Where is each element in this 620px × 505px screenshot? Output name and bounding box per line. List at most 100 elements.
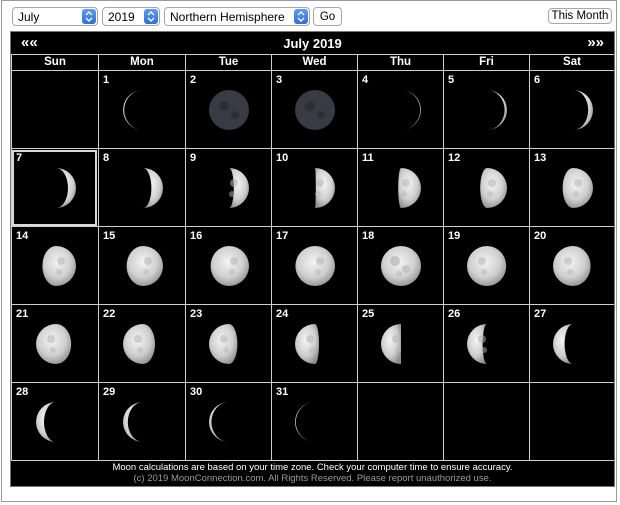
day-number: 29 bbox=[103, 386, 116, 398]
day-cell: 15 bbox=[98, 227, 185, 305]
day-number: 15 bbox=[103, 230, 116, 242]
hemisphere-select-value: Northern Hemisphere bbox=[170, 9, 285, 24]
day-number: 16 bbox=[190, 230, 203, 242]
day-number: 2 bbox=[190, 74, 197, 86]
day-number: 9 bbox=[190, 152, 197, 164]
moon-phase-icon bbox=[209, 324, 238, 364]
day-cell: 9 bbox=[185, 149, 271, 227]
day-cell: 13 bbox=[529, 149, 614, 227]
moon-phase-icon bbox=[126, 246, 163, 286]
day-number: 28 bbox=[16, 386, 29, 398]
moon-phase-icon bbox=[562, 168, 593, 208]
weekday-mon: Mon bbox=[98, 54, 185, 71]
select-arrows-icon bbox=[82, 9, 96, 24]
moon-phase-icon bbox=[36, 324, 72, 364]
day-cell: 14 bbox=[11, 227, 98, 305]
empty-day-cell bbox=[443, 383, 529, 461]
day-number: 24 bbox=[276, 308, 289, 320]
moon-phase-icon bbox=[553, 324, 573, 364]
day-cell: 11 bbox=[357, 149, 443, 227]
moon-phase-icon bbox=[36, 402, 56, 442]
moon-phase-icon bbox=[123, 402, 143, 442]
year-select[interactable]: 2019 bbox=[102, 7, 160, 26]
weekday-sat: Sat bbox=[529, 54, 614, 71]
moon-phase-icon bbox=[553, 246, 591, 286]
day-number: 17 bbox=[276, 230, 289, 242]
day-cell: 7 bbox=[11, 149, 98, 227]
moon-phase-icon bbox=[210, 246, 249, 286]
year-select-value: 2019 bbox=[108, 9, 135, 24]
day-cell: 1 bbox=[98, 71, 185, 149]
copyright-note: (c) 2019 MoonConnection.com. All Rights … bbox=[133, 473, 492, 484]
moon-phase-icon bbox=[143, 168, 163, 208]
day-cell: 5 bbox=[443, 71, 529, 149]
moon-phase-icon bbox=[295, 402, 315, 442]
day-number: 23 bbox=[190, 308, 203, 320]
moon-phase-icon bbox=[123, 90, 143, 130]
day-cell: 17 bbox=[271, 227, 357, 305]
day-cell: 4 bbox=[357, 71, 443, 149]
month-select[interactable]: July bbox=[12, 7, 98, 26]
moon-phase-icon bbox=[480, 168, 507, 208]
day-number: 27 bbox=[534, 308, 547, 320]
moon-phase-icon bbox=[209, 402, 229, 442]
day-number: 6 bbox=[534, 74, 541, 86]
day-cell: 29 bbox=[98, 383, 185, 461]
day-cell: 31 bbox=[271, 383, 357, 461]
this-month-button[interactable]: This Month bbox=[548, 8, 612, 24]
timezone-note: Moon calculations are based on your time… bbox=[112, 462, 513, 473]
empty-day-cell bbox=[357, 383, 443, 461]
day-cell: 23 bbox=[185, 305, 271, 383]
moon-phase-icon bbox=[315, 168, 335, 208]
empty-day-cell bbox=[11, 71, 98, 149]
calendar-header: «« July 2019 »» bbox=[11, 32, 614, 54]
page-frame: July 2019 Northern Hemisphere Go This Mo… bbox=[1, 0, 617, 502]
hemisphere-select[interactable]: Northern Hemisphere bbox=[164, 7, 310, 26]
moon-phase-icon bbox=[123, 324, 155, 364]
select-arrows-icon bbox=[144, 9, 158, 24]
weekday-thu: Thu bbox=[357, 54, 443, 71]
day-cell: 25 bbox=[357, 305, 443, 383]
month-select-value: July bbox=[18, 9, 40, 24]
day-number: 31 bbox=[276, 386, 289, 398]
moon-phase-icon bbox=[209, 90, 249, 130]
day-number: 19 bbox=[448, 230, 461, 242]
day-cell: 21 bbox=[11, 305, 98, 383]
weekday-header-row: Sun Mon Tue Wed Thu Fri Sat bbox=[11, 54, 614, 71]
day-cell: 16 bbox=[185, 227, 271, 305]
day-number: 4 bbox=[362, 74, 369, 86]
day-number: 7 bbox=[16, 152, 23, 164]
day-cell: 22 bbox=[98, 305, 185, 383]
moon-phase-icon bbox=[381, 246, 421, 286]
moon-phase-icon bbox=[229, 168, 249, 208]
day-number: 8 bbox=[103, 152, 110, 164]
go-button[interactable]: Go bbox=[313, 7, 342, 26]
moon-phase-icon bbox=[56, 168, 76, 208]
weekday-fri: Fri bbox=[443, 54, 529, 71]
next-month-link[interactable]: »» bbox=[587, 34, 604, 51]
day-number: 12 bbox=[448, 152, 461, 164]
day-cell: 30 bbox=[185, 383, 271, 461]
moon-phase-icon bbox=[295, 324, 319, 364]
day-cell: 27 bbox=[529, 305, 614, 383]
day-cell: 10 bbox=[271, 149, 357, 227]
day-cell: 24 bbox=[271, 305, 357, 383]
day-number: 25 bbox=[362, 308, 375, 320]
moon-phase-icon bbox=[467, 324, 487, 364]
day-cell: 2 bbox=[185, 71, 271, 149]
moon-phase-icon bbox=[398, 168, 421, 208]
day-cell: 18 bbox=[357, 227, 443, 305]
day-number: 18 bbox=[362, 230, 375, 242]
day-number: 5 bbox=[448, 74, 455, 86]
day-number: 3 bbox=[276, 74, 283, 86]
day-cell: 26 bbox=[443, 305, 529, 383]
day-cell: 6 bbox=[529, 71, 614, 149]
day-number: 11 bbox=[362, 152, 374, 164]
day-number: 20 bbox=[534, 230, 547, 242]
empty-day-cell bbox=[529, 383, 614, 461]
weekday-sun: Sun bbox=[11, 54, 98, 71]
day-number: 21 bbox=[16, 308, 29, 320]
weekday-tue: Tue bbox=[185, 54, 271, 71]
moon-phase-icon bbox=[295, 246, 335, 286]
moon-calendar: «« July 2019 »» Sun Mon Tue Wed Thu Fri Sat 1 … bbox=[10, 31, 615, 487]
